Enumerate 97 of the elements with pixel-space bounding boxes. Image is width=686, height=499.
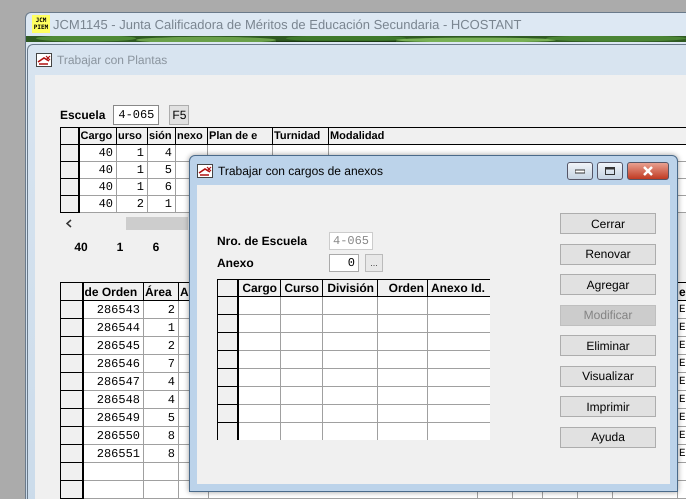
lookup-button[interactable]: F5 bbox=[169, 105, 190, 125]
column-header[interactable]: Área bbox=[144, 282, 178, 300]
table-cell: 286543 bbox=[82, 300, 144, 318]
minimize-icon bbox=[575, 168, 585, 174]
row-selector[interactable] bbox=[60, 462, 82, 480]
table-cell: 4 bbox=[144, 372, 178, 390]
row-selector[interactable] bbox=[218, 332, 238, 350]
action-button[interactable]: Renovar bbox=[560, 244, 656, 264]
table-cell: 286548 bbox=[82, 390, 144, 408]
table-cell: 286544 bbox=[82, 318, 144, 336]
column-header[interactable]: Cargo bbox=[238, 280, 280, 296]
column-header[interactable]: Modalidad bbox=[328, 128, 686, 144]
table-cell: 2 bbox=[144, 300, 178, 318]
corner-cell bbox=[60, 282, 82, 300]
row-selector[interactable] bbox=[218, 314, 238, 332]
column-header[interactable]: Curso bbox=[280, 280, 322, 296]
table-cell: 286550 bbox=[82, 426, 144, 444]
row-selector[interactable] bbox=[60, 300, 82, 318]
row-selector[interactable] bbox=[218, 368, 238, 386]
window-title: JCM1145 - Junta Calificadora de Méritos de Educación Secundaria - HCOSTANT bbox=[53, 16, 522, 32]
scroll-left-icon[interactable] bbox=[66, 218, 72, 228]
row-selector[interactable] bbox=[60, 372, 82, 390]
browse-button[interactable]: ... bbox=[365, 254, 383, 272]
row-selector[interactable] bbox=[218, 386, 238, 404]
input-field[interactable]: 4-065 bbox=[113, 105, 160, 125]
row-selector[interactable] bbox=[60, 162, 78, 178]
row-selector[interactable] bbox=[60, 408, 82, 426]
window-title: Trabajar con Plantas bbox=[57, 53, 168, 67]
column-header[interactable]: Turnidad bbox=[272, 128, 328, 144]
row-selector[interactable] bbox=[60, 336, 82, 354]
column-header[interactable]: sión bbox=[148, 128, 176, 144]
table-cell: 4 bbox=[144, 390, 178, 408]
maximize-icon bbox=[605, 166, 615, 174]
row-selector[interactable] bbox=[218, 350, 238, 368]
action-button[interactable]: Agregar bbox=[560, 274, 656, 295]
column-header[interactable]: urso bbox=[116, 128, 148, 144]
summary-value: 1 bbox=[116, 240, 124, 254]
field-label: Escuela bbox=[60, 108, 106, 122]
row-selector[interactable] bbox=[60, 426, 82, 444]
table-cell: 286546 bbox=[82, 354, 144, 372]
table-cell: 286547 bbox=[82, 372, 144, 390]
column-header[interactable]: Anexo Id. bbox=[428, 280, 490, 296]
row-selector[interactable] bbox=[60, 144, 78, 162]
table-cell: 5 bbox=[148, 162, 176, 178]
maximize-button[interactable] bbox=[597, 162, 623, 180]
field-label: Nro. de Escuela bbox=[217, 234, 308, 248]
table-cell: 1 bbox=[148, 196, 176, 212]
action-button[interactable]: Imprimir bbox=[560, 396, 656, 417]
row-selector[interactable] bbox=[60, 196, 78, 212]
summary-value: 6 bbox=[152, 240, 160, 254]
field-label: Anexo bbox=[217, 256, 255, 270]
row-selector[interactable] bbox=[60, 354, 82, 372]
table-cell: 1 bbox=[116, 162, 148, 178]
action-button[interactable]: Visualizar bbox=[560, 366, 656, 386]
table-cell: 286549 bbox=[82, 408, 144, 426]
column-header[interactable]: División bbox=[322, 280, 378, 296]
window-icon bbox=[36, 52, 52, 68]
column-header[interactable]: Cargo bbox=[78, 128, 116, 144]
table-cell: 8 bbox=[144, 426, 178, 444]
row-selector[interactable] bbox=[218, 422, 238, 440]
table-cell: 2 bbox=[116, 196, 148, 212]
table-cell: 1 bbox=[144, 318, 178, 336]
minimize-button[interactable] bbox=[567, 162, 593, 180]
action-button[interactable]: Cerrar bbox=[560, 213, 656, 234]
action-button[interactable]: Eliminar bbox=[560, 335, 656, 356]
corner-cell bbox=[218, 280, 238, 296]
table-cell: 4 bbox=[148, 144, 176, 162]
table-cell: 7 bbox=[144, 354, 178, 372]
table-cell: 6 bbox=[148, 178, 176, 196]
window-icon bbox=[197, 162, 213, 178]
input-field[interactable]: 4-065 bbox=[329, 232, 373, 250]
table-cell: 286551 bbox=[82, 444, 144, 462]
column-header[interactable]: Orden bbox=[378, 280, 428, 296]
table-cell: 1 bbox=[116, 178, 148, 196]
table-cell: 2 bbox=[144, 336, 178, 354]
action-button[interactable]: Ayuda bbox=[560, 426, 656, 448]
table-cell: 5 bbox=[144, 408, 178, 426]
summary-value: 40 bbox=[73, 240, 89, 254]
scrollbar-thumb[interactable] bbox=[126, 217, 188, 230]
row-selector[interactable] bbox=[60, 318, 82, 336]
row-selector[interactable] bbox=[218, 296, 238, 314]
input-field[interactable]: 0 bbox=[329, 254, 359, 272]
close-icon bbox=[642, 166, 654, 176]
corner-cell bbox=[60, 128, 78, 144]
row-selector[interactable] bbox=[60, 390, 82, 408]
row-selector[interactable] bbox=[60, 480, 82, 498]
row-selector[interactable] bbox=[60, 444, 82, 462]
close-button[interactable] bbox=[627, 162, 669, 180]
dialog-title: Trabajar con cargos de anexos bbox=[218, 164, 384, 178]
row-selector[interactable] bbox=[218, 404, 238, 422]
table-cell: 286545 bbox=[82, 336, 144, 354]
row-selector[interactable] bbox=[60, 178, 78, 196]
column-header[interactable]: Plan de e bbox=[208, 128, 272, 144]
column-header[interactable]: nexo bbox=[176, 128, 208, 144]
table-cell: 1 bbox=[116, 144, 148, 162]
column-header[interactable]: de Orden bbox=[82, 282, 144, 300]
table-cell: 8 bbox=[144, 444, 178, 462]
